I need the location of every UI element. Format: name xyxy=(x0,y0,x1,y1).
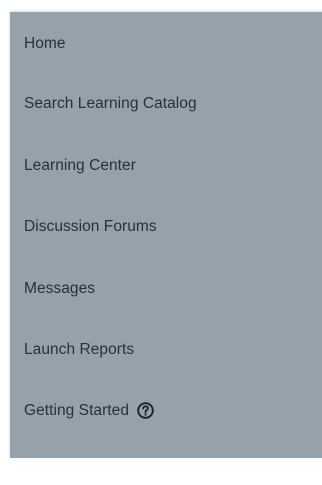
nav-item-label: Getting Started xyxy=(24,402,130,419)
side-navigation-menu: Home Search Learning Catalog Learning Ce… xyxy=(10,12,322,458)
nav-item-home[interactable]: Home xyxy=(24,32,66,56)
nav-item-messages[interactable]: Messages xyxy=(24,277,95,301)
nav-item-discussion-forums[interactable]: Discussion Forums xyxy=(24,215,157,239)
nav-item-label: Messages xyxy=(24,280,96,297)
nav-item-launch-reports[interactable]: Launch Reports xyxy=(24,338,134,362)
nav-item-label: Launch Reports xyxy=(24,341,135,358)
nav-item-learning-center[interactable]: Learning Center xyxy=(24,154,136,178)
nav-item-label: Learning Center xyxy=(24,157,136,174)
nav-item-label: Home xyxy=(24,35,66,52)
help-icon[interactable] xyxy=(137,401,154,419)
nav-item-search-learning-catalog[interactable]: Search Learning Catalog xyxy=(24,92,197,116)
nav-item-label: Search Learning Catalog xyxy=(24,95,197,112)
nav-item-getting-started[interactable]: Getting Started xyxy=(24,399,154,423)
nav-item-label: Discussion Forums xyxy=(24,218,157,235)
